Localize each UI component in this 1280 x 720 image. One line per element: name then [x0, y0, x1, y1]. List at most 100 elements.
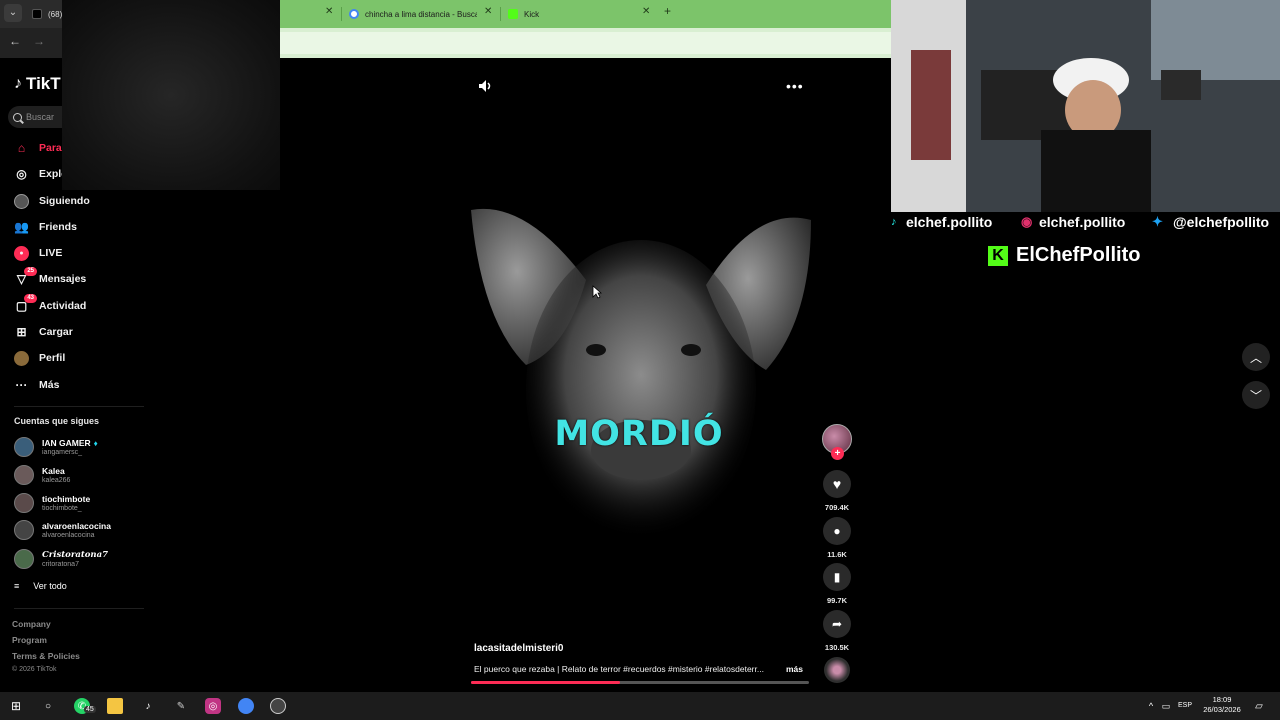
- close-tab-icon[interactable]: ✕: [484, 6, 492, 17]
- sidebar-item-explore[interactable]: ◎ Explo: [14, 165, 67, 183]
- sidebar-item-label: LIVE: [39, 247, 63, 259]
- kick-logo-icon: K: [988, 245, 1008, 266]
- windows-taskbar: [0, 692, 1280, 720]
- tab-separator: [341, 7, 342, 21]
- twitter-handle: @elchefpollito: [1173, 214, 1270, 230]
- previous-video-button[interactable]: ︿: [1242, 343, 1270, 371]
- search-placeholder: Buscar: [26, 112, 55, 122]
- address-bar[interactable]: [280, 32, 891, 54]
- video-author[interactable]: lacasitadelmisteri0: [474, 643, 564, 654]
- sidebar-item-label: Para: [39, 142, 62, 154]
- search-input[interactable]: Buscar: [8, 106, 64, 128]
- instagram-app-icon[interactable]: ◎: [205, 698, 221, 714]
- tab-tiktok[interactable]: (68): [32, 4, 62, 24]
- sidebar-item-label: Actividad: [39, 300, 87, 312]
- followed-account[interactable]: tiochimbote tiochimbote_: [14, 491, 90, 515]
- following-icon: [14, 193, 29, 209]
- obs-icon[interactable]: [270, 698, 286, 714]
- sidebar-item-mas[interactable]: ··· Más: [14, 376, 60, 394]
- sidebar-item-actividad[interactable]: ▢ 43 Actividad: [14, 293, 87, 315]
- chevron-down-icon: ﹀: [1249, 388, 1262, 403]
- next-video-button[interactable]: ﹀: [1242, 381, 1270, 409]
- new-tab-icon[interactable]: +: [664, 4, 671, 18]
- see-all-button[interactable]: ≡ Ver todo: [14, 581, 67, 591]
- sidebar-item-label: Friends: [39, 221, 77, 233]
- chevron-up-icon[interactable]: ^: [1143, 698, 1159, 714]
- account-handle: alvaroenlacocina: [42, 532, 95, 539]
- tiktok-favicon-icon: [32, 9, 42, 19]
- tab-google-search[interactable]: chincha a lima distancia - Buscar: [349, 4, 477, 24]
- sidebar-item-live[interactable]: ● LIVE: [14, 244, 62, 262]
- avatar: [14, 520, 34, 540]
- account-name: Kalea: [42, 466, 65, 476]
- webcam-feed: [891, 0, 1280, 212]
- followed-account[interactable]: Kalea kalea266: [14, 463, 70, 487]
- friends-icon: 👥: [14, 220, 29, 234]
- avatar: [14, 465, 34, 485]
- live-icon: ●: [14, 245, 29, 261]
- avatar: [14, 493, 34, 513]
- sidebar-item-friends[interactable]: 👥 Friends: [14, 218, 77, 236]
- footer-link-program[interactable]: Program: [12, 635, 47, 645]
- home-icon: ⌂: [17, 141, 26, 155]
- activity-icon: ▢ 43: [14, 293, 37, 314]
- search-icon[interactable]: ○: [40, 698, 56, 714]
- chrome-icon[interactable]: [238, 698, 254, 714]
- kick-name-label: ElChefPollito: [1016, 244, 1141, 266]
- music-disc-icon[interactable]: [824, 657, 850, 683]
- google-favicon-icon: [349, 9, 359, 19]
- account-name: alvaroenlacocina: [42, 521, 111, 531]
- sidebar-item-siguiendo[interactable]: Siguiendo: [14, 192, 90, 210]
- like-button[interactable]: ♥: [823, 470, 851, 498]
- account-handle: iangamersc_: [42, 449, 83, 456]
- account-handle: tiochimbote_: [42, 505, 82, 512]
- footer-link-company[interactable]: Company: [12, 619, 51, 629]
- description-more-button[interactable]: más: [786, 664, 803, 674]
- tab-kick[interactable]: Kick: [508, 4, 539, 24]
- sidebar-item-cargar[interactable]: ⊞ Cargar: [14, 323, 73, 341]
- comment-button[interactable]: ●: [823, 517, 851, 545]
- sidebar-item-label: Cargar: [39, 326, 73, 338]
- close-tab-icon[interactable]: ✕: [642, 6, 650, 17]
- twitter-icon: ✦: [1152, 214, 1163, 229]
- clock[interactable]: 18:09 26/03/2026: [1200, 695, 1244, 715]
- footer-link-terms[interactable]: Terms & Policies: [12, 651, 80, 661]
- back-arrow-icon[interactable]: ←: [9, 34, 21, 48]
- save-button[interactable]: ▮: [823, 563, 851, 591]
- share-button[interactable]: ➦: [823, 610, 851, 638]
- logo-text: TikT: [26, 74, 61, 93]
- more-options-icon[interactable]: •••: [786, 78, 804, 94]
- notifications-icon[interactable]: ▱: [1251, 698, 1267, 714]
- file-explorer-icon[interactable]: [107, 698, 123, 714]
- tiktok-logo[interactable]: ♪ TikT: [14, 74, 61, 94]
- followed-account[interactable]: Cristoratona7 critoratona7: [14, 547, 108, 571]
- progress-fill: [471, 681, 620, 684]
- volume-icon[interactable]: [478, 79, 494, 93]
- tiktok-handle: elchef.pollito: [906, 214, 993, 230]
- close-tab-icon[interactable]: ✕: [325, 6, 333, 17]
- followed-account[interactable]: alvaroenlacocina alvaroenlacocina: [14, 518, 111, 542]
- app-icon[interactable]: ✎: [173, 698, 189, 714]
- clock-time: 18:09: [1212, 695, 1232, 704]
- kick-favicon-icon: [508, 9, 518, 19]
- language-indicator[interactable]: ESP: [1178, 702, 1192, 709]
- compass-icon: ◎: [16, 167, 27, 181]
- like-count: 709.4K: [824, 503, 850, 512]
- network-icon[interactable]: ▭: [1158, 698, 1174, 714]
- forward-arrow-icon[interactable]: →: [33, 34, 45, 48]
- video-progress-bar[interactable]: [471, 681, 809, 684]
- sidebar-item-para[interactable]: ⌂ Para: [14, 139, 62, 157]
- account-handle: critoratona7: [42, 561, 79, 568]
- tiktok-icon: ♪: [891, 216, 897, 228]
- chevron-up-icon: ︿: [1249, 350, 1262, 365]
- tab-search-button[interactable]: ⌄: [4, 4, 22, 22]
- clock-date: 26/03/2026: [1203, 705, 1241, 714]
- start-icon[interactable]: ⊞: [8, 698, 24, 714]
- follow-plus-icon[interactable]: +: [831, 447, 844, 460]
- sidebar-item-perfil[interactable]: Perfil: [14, 349, 65, 367]
- followed-account[interactable]: IAN GAMER ♦ iangamersc_: [14, 435, 98, 459]
- bookmark-icon: ▮: [833, 570, 841, 584]
- sidebar-item-mensajes[interactable]: ▽ 25 Mensajes: [14, 266, 86, 288]
- following-heading: Cuentas que sigues: [14, 416, 100, 426]
- tiktok-app-icon[interactable]: ♪: [140, 698, 156, 714]
